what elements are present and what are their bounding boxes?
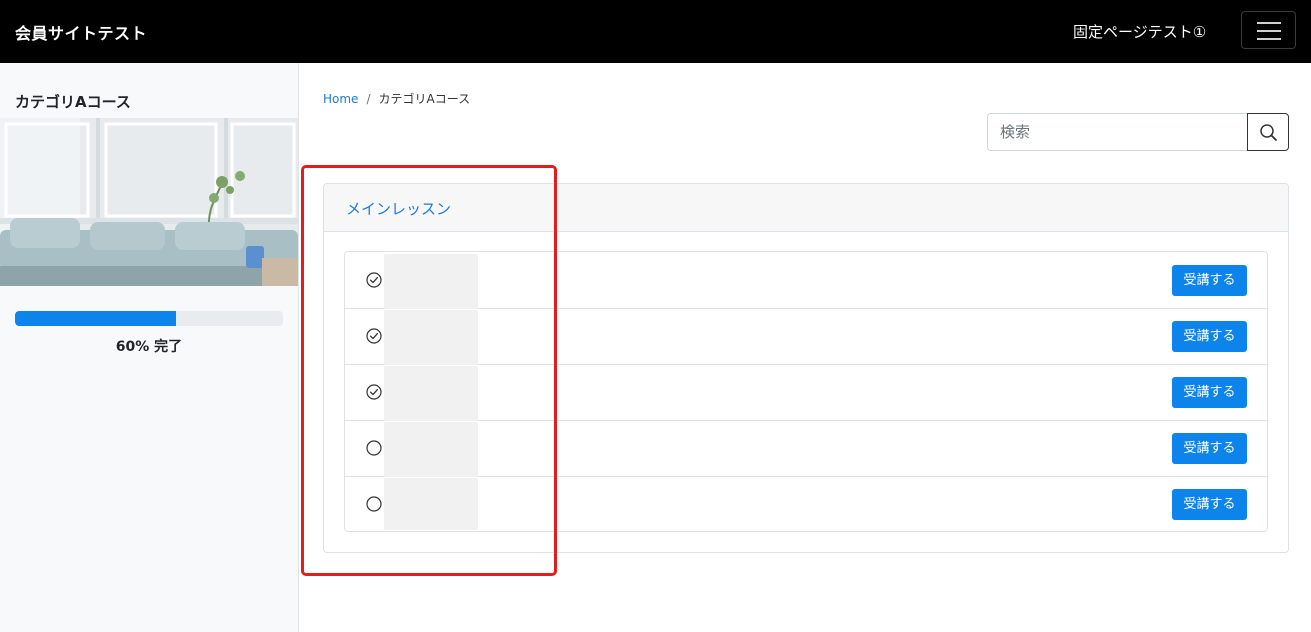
lesson-list: 受講する 受講する 受講する 受講する 受講する xyxy=(344,251,1268,532)
lesson-card-header: メインレッスン xyxy=(324,184,1288,232)
lesson-row: 受講する xyxy=(345,308,1267,365)
lesson-title-redacted xyxy=(384,478,478,530)
search-icon xyxy=(1260,124,1277,141)
site-brand[interactable]: 会員サイトテスト xyxy=(15,20,147,44)
course-progress-label: 60% 完了 xyxy=(115,339,183,355)
lesson-title-redacted xyxy=(384,422,478,477)
take-lesson-button[interactable]: 受講する xyxy=(1172,433,1247,464)
lesson-title-redacted xyxy=(384,254,478,309)
empty-circle-icon xyxy=(366,496,382,512)
breadcrumb: Home / カテゴリAコース xyxy=(323,90,470,107)
course-title: カテゴリAコース xyxy=(15,93,131,111)
lesson-section-title[interactable]: メインレッスン xyxy=(346,198,451,219)
lesson-row: 受講する xyxy=(345,476,1267,532)
lesson-row: 受講する xyxy=(345,364,1267,421)
lesson-row: 受講する xyxy=(345,420,1267,477)
lesson-title-redacted xyxy=(384,366,478,421)
take-lesson-button[interactable]: 受講する xyxy=(1172,377,1247,408)
take-lesson-button[interactable]: 受講する xyxy=(1172,265,1247,296)
lesson-title-redacted xyxy=(384,310,478,365)
hamburger-icon-line xyxy=(1257,38,1281,40)
nav-link-fixed-page[interactable]: 固定ページテスト① xyxy=(1073,21,1206,42)
empty-circle-icon xyxy=(366,440,382,456)
breadcrumb-home-link[interactable]: Home xyxy=(323,92,358,106)
hamburger-icon-line xyxy=(1257,30,1281,32)
breadcrumb-separator: / xyxy=(366,92,371,106)
course-sidebar: カテゴリAコース 60% 完了 xyxy=(0,63,299,632)
check-circle-icon xyxy=(366,384,382,400)
lesson-row: 受講する xyxy=(345,252,1267,309)
take-lesson-button[interactable]: 受講する xyxy=(1172,489,1247,520)
search-input[interactable] xyxy=(987,113,1248,151)
lesson-card: メインレッスン 受講する 受講する 受講する 受講する 受講する xyxy=(323,183,1289,553)
top-navbar: 会員サイトテスト 固定ページテスト① xyxy=(0,0,1311,63)
hamburger-icon xyxy=(1257,22,1281,24)
breadcrumb-current: カテゴリAコース xyxy=(378,92,471,106)
search-button[interactable] xyxy=(1247,113,1289,151)
course-progress-bar xyxy=(15,311,283,326)
menu-toggle-button[interactable] xyxy=(1241,11,1296,49)
course-thumbnail-image xyxy=(0,118,298,286)
check-circle-icon xyxy=(366,328,382,344)
course-progress-fill xyxy=(15,311,176,326)
take-lesson-button[interactable]: 受講する xyxy=(1172,321,1247,352)
check-circle-icon xyxy=(366,272,382,288)
